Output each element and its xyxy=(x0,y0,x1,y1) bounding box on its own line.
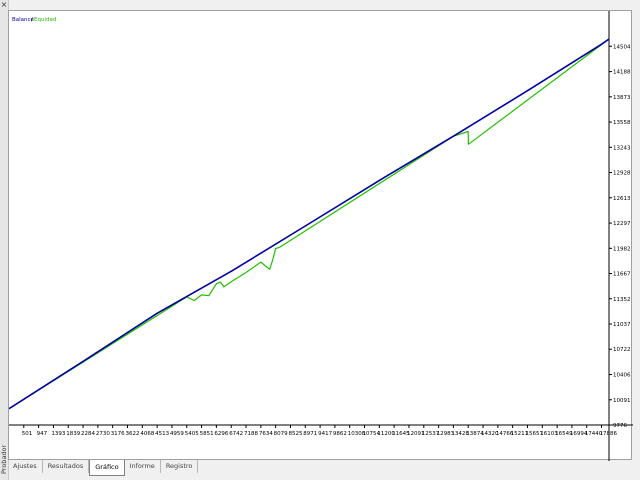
close-icon[interactable]: × xyxy=(0,1,8,9)
x-tick-label: 501 xyxy=(22,431,33,437)
chart-legend: Balance / Equidad xyxy=(12,17,56,23)
x-tick-label: 5851 xyxy=(200,431,214,437)
equity-chart: Balance / Equidad 14504 14188 13873 13558 13… xyxy=(9,11,633,461)
y-tick-label: 13243 xyxy=(613,145,631,151)
x-tick-label: 17886 xyxy=(600,431,618,437)
x-tick-label: 2284 xyxy=(81,431,95,437)
y-tick-label: 13873 xyxy=(613,95,631,101)
y-tick-label: 11352 xyxy=(613,297,631,303)
y-axis-ticks: 14504 14188 13873 13558 13243 12928 12613 12297… xyxy=(609,44,631,429)
x-tick-label: 4959 xyxy=(170,431,184,437)
series-layer xyxy=(9,38,610,410)
x-tick-label: 1393 xyxy=(51,431,65,437)
y-tick-label: 12928 xyxy=(613,171,631,177)
y-tick-label: 9776 xyxy=(613,423,627,429)
y-tick-label: 11037 xyxy=(613,322,631,328)
legend-separator: / xyxy=(31,17,33,23)
y-tick-label: 12613 xyxy=(613,196,631,202)
tab-informe[interactable]: Informe xyxy=(125,460,161,473)
y-tick-label: 12297 xyxy=(613,221,631,227)
x-tick-label: 4068 xyxy=(140,431,154,437)
side-panel-label: Probador xyxy=(0,444,8,474)
x-tick-label: 947 xyxy=(37,431,48,437)
x-tick-label: 3176 xyxy=(111,431,125,437)
x-tick-label: 9417 xyxy=(318,431,332,437)
y-tick-label: 11982 xyxy=(613,246,631,252)
tab-bar: Ajustes Resultados Gráfico Informe Regis… xyxy=(8,460,632,480)
x-tick-label: 5405 xyxy=(185,431,199,437)
x-tick-label: 8525 xyxy=(288,431,302,437)
y-tick-label: 10406 xyxy=(613,373,631,379)
y-tick-label: 10722 xyxy=(613,347,631,353)
chart-panel: Balance / Equidad 14504 14188 13873 13558 13… xyxy=(8,10,633,461)
legend-equity: Equidad xyxy=(34,17,56,23)
x-tick-label: 3622 xyxy=(126,431,140,437)
y-tick-label: 13558 xyxy=(613,120,631,126)
x-tick-label: 4513 xyxy=(155,431,169,437)
x-tick-label: 7188 xyxy=(244,431,258,437)
x-tick-label: 8079 xyxy=(274,431,288,437)
x-tick-label: 9862 xyxy=(333,431,347,437)
tab-ajustes[interactable]: Ajustes xyxy=(8,460,43,473)
y-tick-label: 10091 xyxy=(613,398,631,404)
tab-resultados[interactable]: Resultados xyxy=(43,460,90,473)
x-tick-label: 6742 xyxy=(229,431,243,437)
x-tick-label: 1839 xyxy=(66,431,80,437)
series-balance-line xyxy=(9,38,610,410)
y-tick-label: 11667 xyxy=(613,272,631,278)
tab-registro[interactable]: Registro xyxy=(161,460,199,473)
x-axis-ticks: 501 947 1393 1839 2284 2730 3176 3622 4068 4513 49… xyxy=(22,425,618,437)
tab-grafico[interactable]: Gráfico xyxy=(89,460,125,476)
x-tick-label: 7634 xyxy=(259,431,273,437)
y-tick-label: 14188 xyxy=(613,70,631,76)
y-tick-label: 14504 xyxy=(613,44,631,50)
x-tick-label: 2730 xyxy=(96,431,110,437)
x-tick-label: 6296 xyxy=(214,431,228,437)
x-tick-label: 8971 xyxy=(303,431,317,437)
